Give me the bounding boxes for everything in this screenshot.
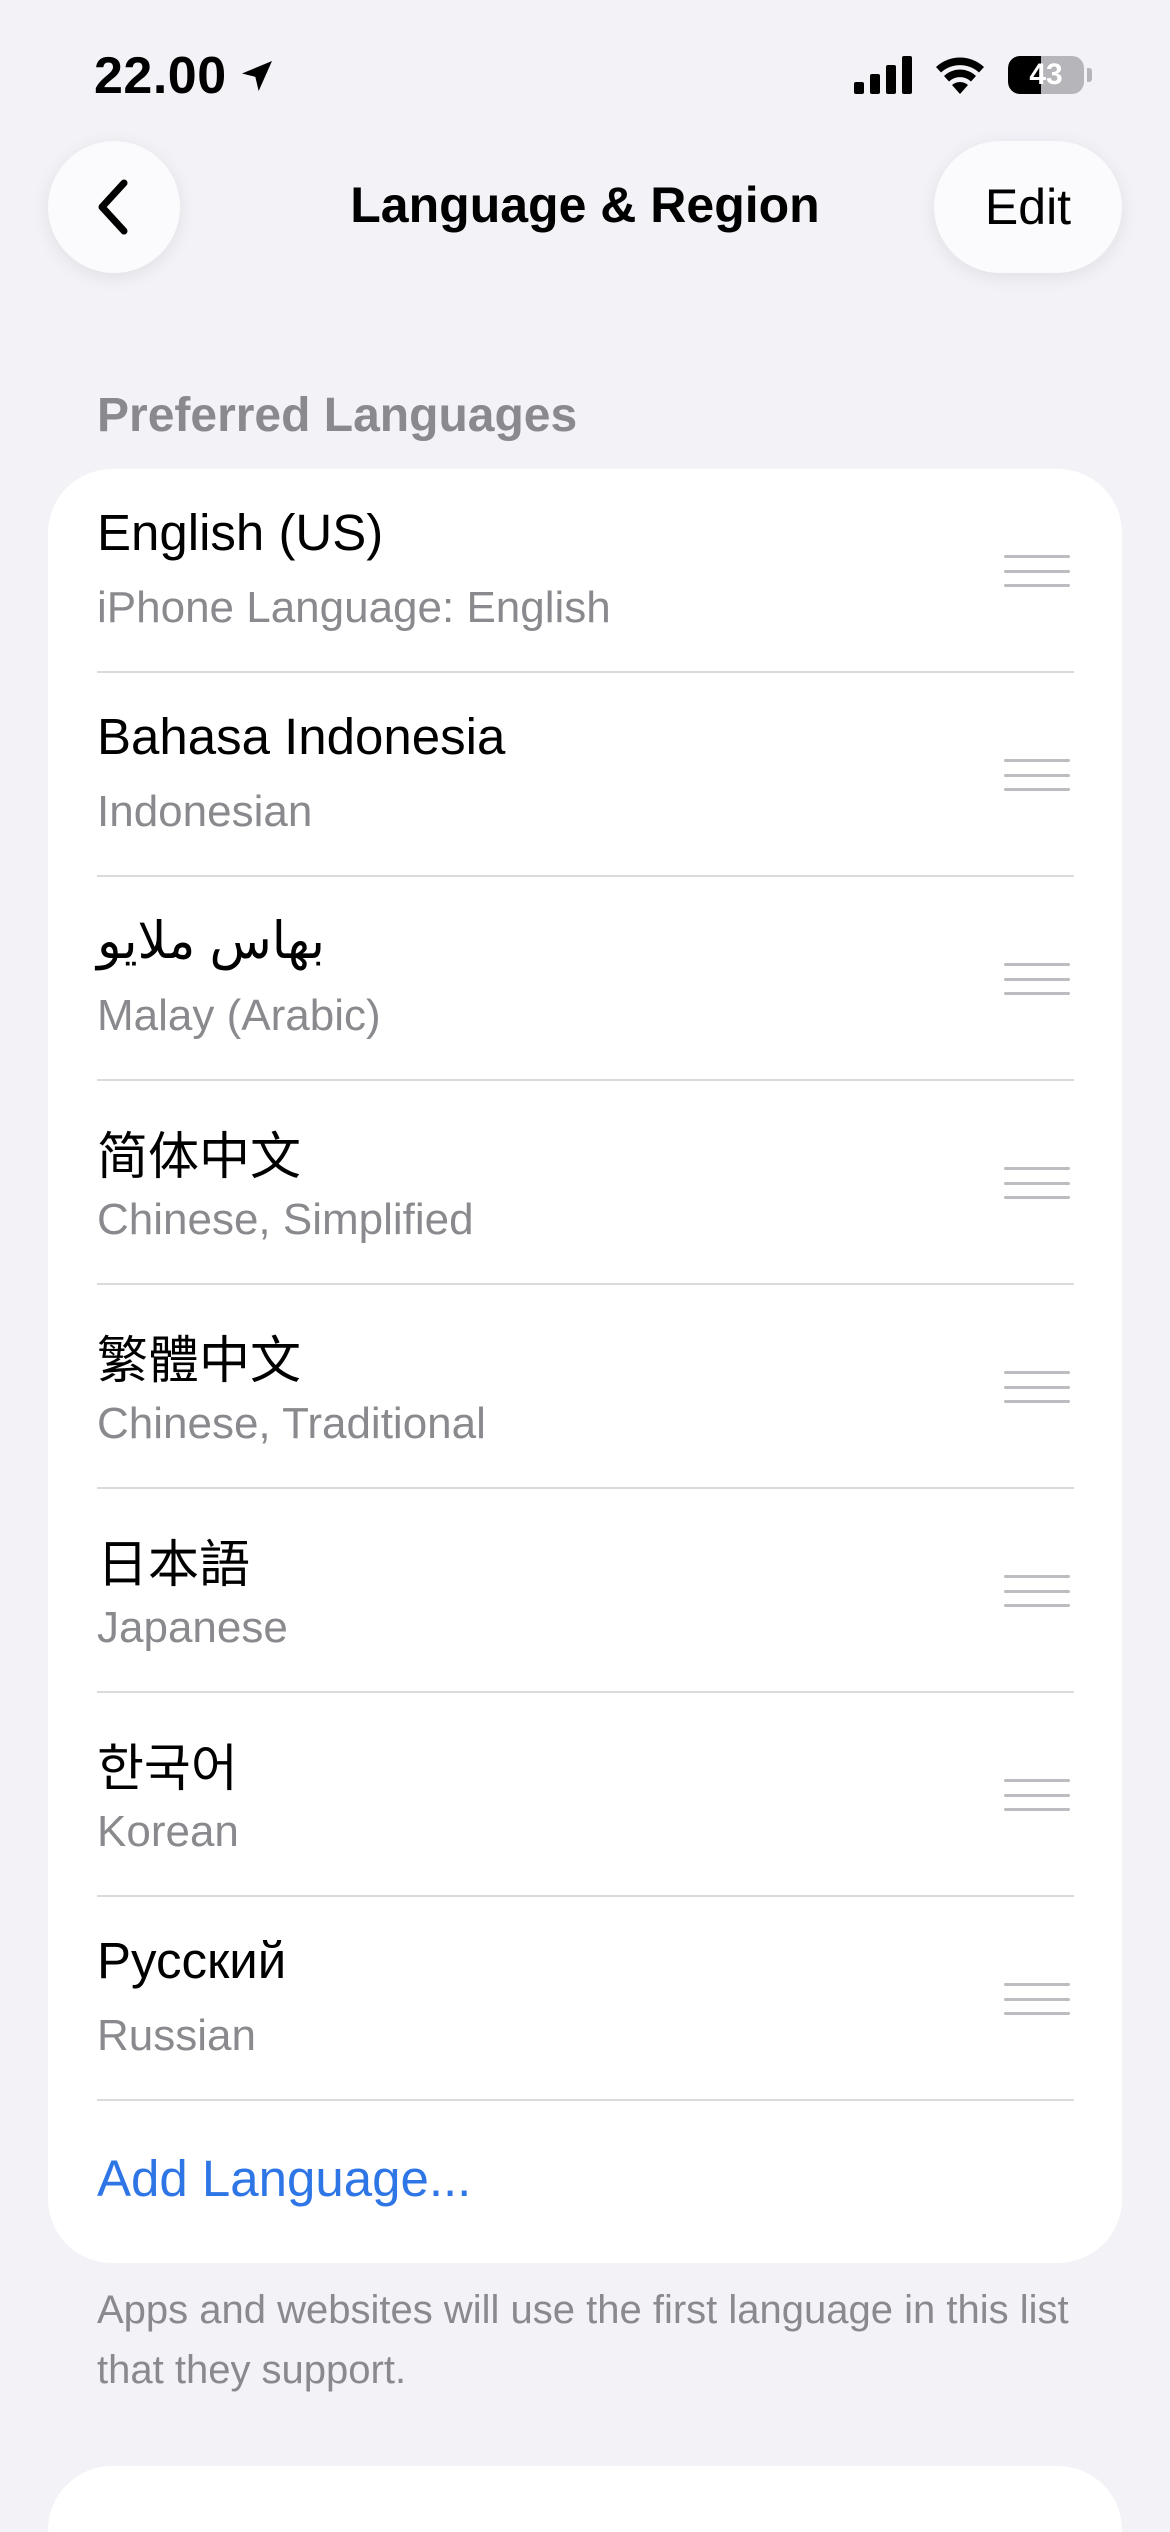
divider: [97, 2099, 1074, 2101]
list-item-language[interactable]: 简体中文 Chinese, Simplified: [48, 1081, 1122, 1285]
preferred-languages-list: English (US) iPhone Language: English Ba…: [48, 469, 1122, 2263]
language-region-screen: 22.00 43 Language & Region Edit Preferre…: [0, 0, 1170, 2532]
drag-handle-icon[interactable]: [1004, 555, 1070, 587]
language-subtitle: Japanese: [97, 1603, 288, 1652]
battery-percent: 43: [1029, 58, 1063, 91]
status-time-group: 22.00: [94, 46, 277, 106]
list-item-language[interactable]: 한국어 Korean: [48, 1693, 1122, 1897]
preferred-languages-footer: Apps and websites will use the first lan…: [97, 2288, 1069, 2392]
list-item-language[interactable]: 日本語 Japanese: [48, 1489, 1122, 1693]
drag-handle-icon[interactable]: [1004, 1779, 1070, 1811]
language-name: English (US): [97, 504, 384, 561]
list-item-language[interactable]: 繁體中文 Chinese, Traditional: [48, 1285, 1122, 1489]
status-icons: 43: [854, 56, 1092, 94]
add-language-button[interactable]: Add Language...: [97, 2149, 471, 2208]
drag-handle-icon[interactable]: [1004, 1575, 1070, 1607]
battery-cap: [1087, 68, 1092, 82]
language-name: 日本語: [97, 1536, 251, 1593]
language-subtitle: iPhone Language: English: [97, 583, 611, 632]
list-item-language[interactable]: English (US) iPhone Language: English: [48, 469, 1122, 673]
cellular-signal-icon: [854, 56, 912, 94]
language-name: Bahasa Indonesia: [97, 708, 506, 765]
status-time: 22.00: [94, 47, 227, 105]
language-name: بهاس ملايو: [97, 912, 325, 969]
drag-handle-icon[interactable]: [1004, 759, 1070, 791]
language-name: Русский: [97, 1932, 287, 1989]
wifi-icon: [936, 57, 984, 94]
drag-handle-icon[interactable]: [1004, 1167, 1070, 1199]
language-name: 繁體中文: [97, 1332, 302, 1389]
language-name: 한국어: [97, 1740, 238, 1797]
language-subtitle: Indonesian: [97, 787, 313, 836]
drag-handle-icon[interactable]: [1004, 1983, 1070, 2015]
status-bar: 22.00 43: [0, 0, 1170, 150]
language-name: 简体中文: [97, 1128, 302, 1185]
list-item-language[interactable]: Bahasa Indonesia Indonesian: [48, 673, 1122, 877]
language-subtitle: Korean: [97, 1807, 239, 1856]
drag-handle-icon[interactable]: [1004, 963, 1070, 995]
drag-handle-icon[interactable]: [1004, 1371, 1070, 1403]
language-subtitle: Russian: [97, 2011, 256, 2060]
list-item-language[interactable]: بهاس ملايو Malay (Arabic): [48, 877, 1122, 1081]
location-arrow-icon: [241, 61, 272, 91]
edit-button[interactable]: Edit: [934, 141, 1122, 273]
battery-icon: 43: [1008, 56, 1084, 94]
list-item-language[interactable]: Русский Russian: [48, 1897, 1122, 2101]
language-subtitle: Malay (Arabic): [97, 991, 381, 1040]
language-subtitle: Chinese, Simplified: [97, 1195, 474, 1244]
language-subtitle: Chinese, Traditional: [97, 1399, 486, 1448]
next-section-card: [48, 2466, 1122, 2532]
section-header-preferred-languages: Preferred Languages: [97, 389, 578, 442]
